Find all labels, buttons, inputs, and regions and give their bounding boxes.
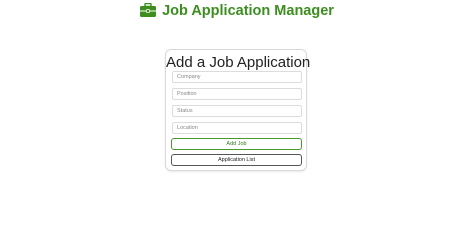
add-job-button[interactable]: Add Job (171, 138, 302, 150)
form-title: Add a Job Application (166, 54, 311, 71)
company-field[interactable] (172, 71, 302, 83)
add-job-form: Add a Job Application (165, 49, 311, 171)
briefcase-icon (140, 3, 157, 17)
application-list-button[interactable]: Application List (171, 154, 302, 166)
app-title: Job Application Manager (162, 3, 334, 19)
status-field[interactable] (172, 105, 302, 117)
location-field[interactable] (172, 122, 302, 134)
app-header: Job Application Manager (0, 0, 474, 22)
position-field[interactable] (172, 88, 302, 100)
